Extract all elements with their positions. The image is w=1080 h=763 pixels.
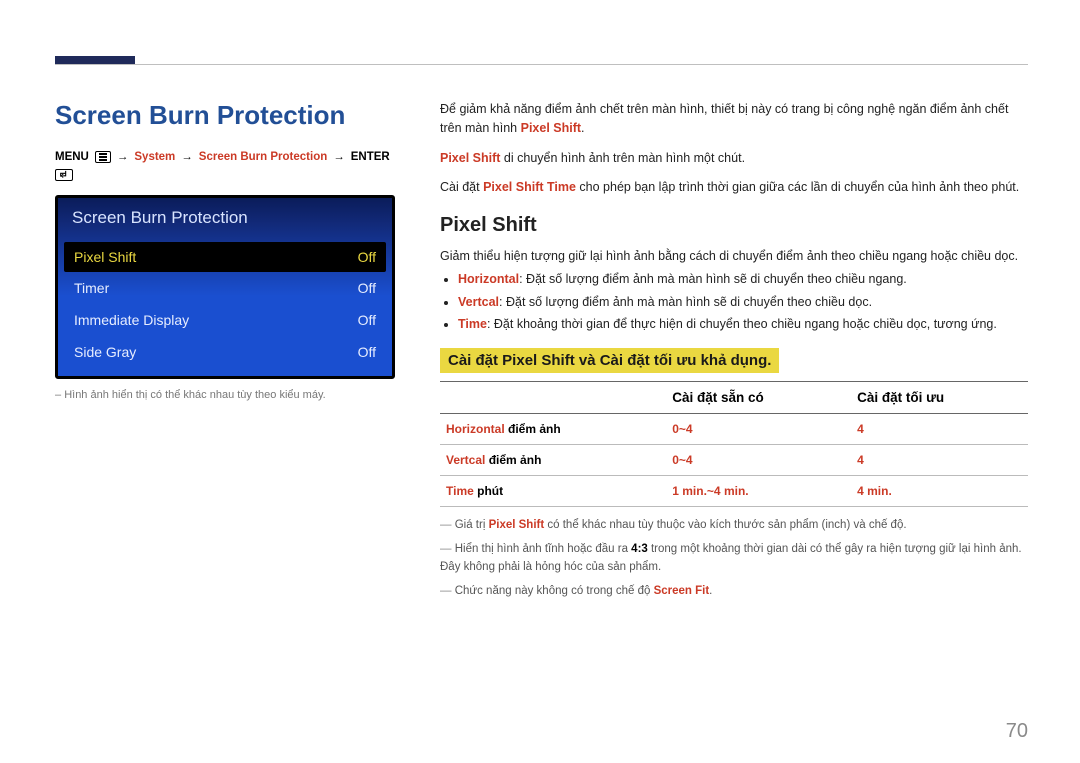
aspect-ratio: 4:3 <box>631 543 648 555</box>
bullet-label: Vertcal <box>458 295 499 309</box>
enter-icon <box>55 169 73 181</box>
menu-icon <box>95 151 111 163</box>
page-body: Screen Burn Protection MENU → System → S… <box>55 100 1028 733</box>
note-2: Hiển thị hình ảnh tĩnh hoặc đầu ra 4:3 t… <box>440 541 1028 577</box>
osd-title: Screen Burn Protection <box>58 198 392 238</box>
osd-panel: Screen Burn Protection Pixel Shift Off T… <box>55 195 395 379</box>
bullet-label: Time <box>458 317 487 331</box>
th-optimal: Cài đặt tối ưu <box>851 382 1028 414</box>
text: Giá trị <box>455 519 489 531</box>
bullet-text: : Đặt số lượng điểm ảnh mà màn hình sẽ d… <box>499 295 872 309</box>
osd-caption: Hình ảnh hiển thị có thể khác nhau tùy t… <box>55 389 400 401</box>
row-unit: điểm ảnh <box>508 422 561 436</box>
subsection-title: Pixel Shift <box>440 214 1028 237</box>
bullet-label: Horizontal <box>458 272 519 286</box>
intro-p2: Pixel Shift di chuyển hình ảnh trên màn … <box>440 149 1028 168</box>
keyword-pixel-shift: Pixel Shift <box>489 519 545 531</box>
row-available: 0~4 <box>666 445 851 476</box>
row-available: 1 min.~4 min. <box>666 476 851 507</box>
breadcrumb-menu-label: MENU <box>55 151 89 163</box>
note-3: Chức năng này không có trong chế độ Scre… <box>440 583 1028 601</box>
bullet-vertical: Vertcal: Đặt số lượng điểm ảnh mà màn hì… <box>458 293 1028 312</box>
osd-row-immediate-display[interactable]: Immediate Display Off <box>58 304 392 336</box>
osd-row-value: Off <box>358 280 376 296</box>
left-column: Screen Burn Protection MENU → System → S… <box>55 100 400 606</box>
header-rule <box>55 64 1028 65</box>
section-title: Screen Burn Protection <box>55 100 400 131</box>
text: cho phép bạn lập trình thời gian giữa cá… <box>576 180 1019 194</box>
row-optimal: 4 min. <box>851 476 1028 507</box>
bullet-time: Time: Đặt khoảng thời gian để thực hiện … <box>458 315 1028 334</box>
highlight-heading: Cài đặt Pixel Shift và Cài đặt tối ưu kh… <box>440 348 779 373</box>
table-row: Vertcal điểm ảnh 0~4 4 <box>440 445 1028 476</box>
row-unit: điểm ảnh <box>489 453 542 467</box>
right-column: Để giảm khả năng điểm ảnh chết trên màn … <box>440 100 1028 606</box>
bullet-list: Horizontal: Đặt số lượng điểm ảnh mà màn… <box>458 270 1028 334</box>
text: . <box>709 585 712 597</box>
osd-row-timer[interactable]: Timer Off <box>58 272 392 304</box>
bullet-horizontal: Horizontal: Đặt số lượng điểm ảnh mà màn… <box>458 270 1028 289</box>
row-available: 0~4 <box>666 414 851 445</box>
header-accent-block <box>55 56 135 64</box>
breadcrumb-sbp: Screen Burn Protection <box>199 151 327 163</box>
osd-row-side-gray[interactable]: Side Gray Off <box>58 336 392 368</box>
note-1: Giá trị Pixel Shift có thể khác nhau tùy… <box>440 517 1028 535</box>
breadcrumb: MENU → System → Screen Burn Protection →… <box>55 151 400 181</box>
intro-p3: Cài đặt Pixel Shift Time cho phép bạn lậ… <box>440 178 1028 197</box>
table-row: Horizontal điểm ảnh 0~4 4 <box>440 414 1028 445</box>
keyword-pixel-shift: Pixel Shift <box>521 121 581 135</box>
text: . <box>581 121 584 135</box>
osd-row-value: Off <box>358 344 376 360</box>
keyword-pixel-shift-time: Pixel Shift Time <box>483 180 576 194</box>
th-empty <box>440 382 666 414</box>
row-label: Time <box>446 484 474 498</box>
bullet-text: : Đặt số lượng điểm ảnh mà màn hình sẽ d… <box>519 272 907 286</box>
osd-row-label: Pixel Shift <box>74 249 136 265</box>
keyword-screen-fit: Screen Fit <box>654 585 710 597</box>
page-number: 70 <box>1006 720 1028 743</box>
row-unit: phút <box>477 484 503 498</box>
arrow-icon: → <box>333 151 345 163</box>
settings-table: Cài đặt sẵn có Cài đặt tối ưu Horizontal… <box>440 381 1028 507</box>
sub-intro: Giảm thiểu hiện tượng giữ lại hình ảnh b… <box>440 247 1028 266</box>
row-optimal: 4 <box>851 445 1028 476</box>
text: Hiển thị hình ảnh tĩnh hoặc đầu ra <box>455 543 631 555</box>
bullet-text: : Đặt khoảng thời gian để thực hiện di c… <box>487 317 997 331</box>
text: Cài đặt <box>440 180 483 194</box>
breadcrumb-system: System <box>134 151 175 163</box>
osd-row-value: Off <box>358 312 376 328</box>
footnotes: Giá trị Pixel Shift có thể khác nhau tùy… <box>440 517 1028 600</box>
intro-p1: Để giảm khả năng điểm ảnh chết trên màn … <box>440 100 1028 139</box>
text: di chuyển hình ảnh trên màn hình một chú… <box>500 151 745 165</box>
osd-row-label: Timer <box>74 280 109 296</box>
osd-row-pixel-shift[interactable]: Pixel Shift Off <box>64 242 386 272</box>
osd-row-label: Immediate Display <box>74 312 189 328</box>
row-label: Horizontal <box>446 422 505 436</box>
row-optimal: 4 <box>851 414 1028 445</box>
th-available: Cài đặt sẵn có <box>666 382 851 414</box>
arrow-icon: → <box>117 151 129 163</box>
osd-row-value: Off <box>358 249 376 265</box>
text: Chức năng này không có trong chế độ <box>455 585 654 597</box>
osd-row-label: Side Gray <box>74 344 136 360</box>
text: có thể khác nhau tùy thuộc vào kích thướ… <box>544 519 906 531</box>
arrow-icon: → <box>181 151 193 163</box>
keyword-pixel-shift: Pixel Shift <box>440 151 500 165</box>
breadcrumb-enter-label: ENTER <box>351 151 390 163</box>
table-row: Time phút 1 min.~4 min. 4 min. <box>440 476 1028 507</box>
row-label: Vertcal <box>446 453 485 467</box>
